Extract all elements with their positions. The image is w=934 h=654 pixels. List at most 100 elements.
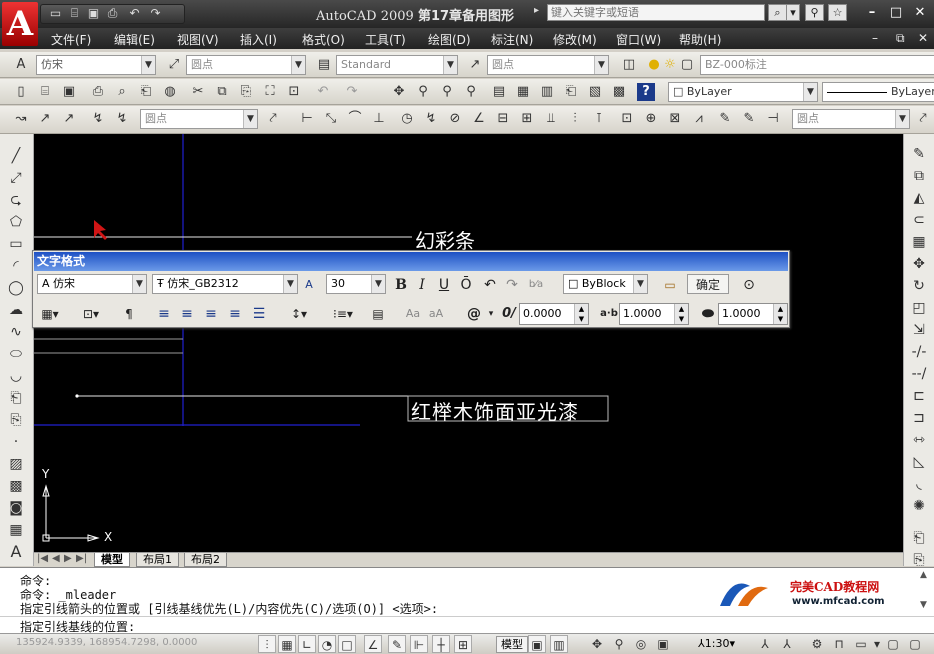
tf-height-combo[interactable]: 30 ▼ [326, 274, 386, 294]
quick-dim-icon[interactable]: ⊟ [494, 110, 512, 128]
ellipse-arc-icon[interactable]: ◡ [6, 366, 26, 386]
linear-dim-icon[interactable]: ⊢ [298, 110, 316, 128]
table-icon[interactable]: ▦ [6, 520, 26, 540]
tool-palettes-icon[interactable]: ▥ [538, 83, 556, 101]
markup-icon[interactable]: ▧ [586, 83, 604, 101]
chamfer-icon[interactable]: ◺ [909, 452, 929, 472]
undo-icon[interactable]: ↶ [126, 6, 143, 21]
ok-button[interactable]: 确定 [687, 274, 729, 294]
command-prompt-line[interactable]: 指定引线基线的位置: [0, 616, 934, 634]
break-point-icon[interactable]: ⊏ [909, 386, 929, 406]
mleader-collect-icon[interactable]: ↯ [113, 110, 131, 128]
spinner-icon[interactable]: ▲ ▼ [574, 304, 588, 324]
underline-button[interactable]: U [435, 275, 453, 295]
polar-icon[interactable]: ◔ [318, 635, 336, 653]
symbol-dropdown-icon[interactable]: ▾ [486, 304, 496, 324]
sheet-set-icon[interactable]: ⎗ [562, 83, 580, 101]
diameter-dim-icon[interactable]: ⊘ [446, 110, 464, 128]
save-icon[interactable]: ▣ [60, 83, 78, 101]
chevron-down-icon[interactable]: ▼ [443, 56, 457, 74]
chevron-down-icon[interactable]: ▼ [371, 275, 385, 293]
minimize-window-button[interactable]: – [862, 5, 882, 21]
italic-button[interactable]: I [413, 275, 431, 295]
arc-icon[interactable]: ◜ [6, 256, 26, 276]
text-style-combo[interactable]: 仿宋 ▼ [36, 55, 156, 75]
arc-length-icon[interactable]: ⌒ [346, 110, 364, 128]
offset-icon[interactable]: ⊂ [909, 210, 929, 230]
new-file-icon[interactable]: ▭ [47, 6, 64, 21]
command-window[interactable]: 命令: 命令: _mleader 指定引线箭头的位置或 [引线基线优先(L)/内… [0, 567, 934, 634]
erase-icon[interactable]: ✎ [909, 144, 929, 164]
text-format-title[interactable]: 文字格式 [34, 252, 788, 271]
new-icon[interactable]: ▯ [12, 83, 30, 101]
align-center-icon[interactable]: ≡ [178, 304, 196, 324]
dim-style-manager-icon[interactable]: ⤤ [914, 110, 932, 128]
plot-preview-icon[interactable]: ⌕ [113, 83, 131, 101]
insert-block-icon[interactable]: ⎗ [6, 388, 26, 408]
doc-restore-button[interactable]: ⧉ [896, 31, 905, 46]
spline-icon[interactable]: ∿ [6, 322, 26, 342]
tab-nav-next-icon[interactable]: ▶ [64, 553, 72, 564]
tab-nav-last-icon[interactable]: ▶| [76, 553, 87, 564]
properties-icon[interactable]: ▤ [490, 83, 508, 101]
tf-color-combo[interactable]: □ ByBlock ▼ [563, 274, 648, 294]
open-file-icon[interactable]: ⌸ [66, 6, 83, 21]
menu-draw[interactable]: 绘图(D) [428, 31, 471, 48]
leader-icon[interactable]: ↗ [36, 110, 54, 128]
doc-close-button[interactable]: ✕ [918, 31, 928, 45]
drawing-canvas[interactable]: 幻彩条 红榉木饰面亚光漆 Y X [34, 134, 903, 552]
osnap-icon[interactable]: □ [338, 635, 356, 653]
line-icon[interactable]: ╱ [6, 146, 26, 166]
options-icon[interactable]: ⊙ [739, 275, 759, 295]
insert-field-icon[interactable]: ▤ [368, 304, 388, 324]
layer-previous-icon[interactable]: ⎗ [909, 528, 929, 548]
jogged-dim-icon[interactable]: ↯ [422, 110, 440, 128]
width-factor-input[interactable]: 1.0000 ▲ ▼ [718, 303, 788, 325]
justify-icon[interactable]: ≡ [226, 304, 244, 324]
save-icon[interactable]: ▣ [85, 6, 102, 21]
pan-icon[interactable]: ✥ [588, 635, 606, 653]
radius-dim-icon[interactable]: ◷ [398, 110, 416, 128]
snap-icon[interactable]: ⫶ [258, 635, 276, 653]
auto-scale-icon[interactable]: ⅄ [778, 635, 796, 653]
rotate-icon[interactable]: ↻ [909, 276, 929, 296]
quick-view-drawings-icon[interactable]: ▥ [550, 635, 568, 653]
calculator-icon[interactable]: ▩ [610, 83, 628, 101]
coordinates-readout[interactable]: 135924.9339, 168954.7298, 0.0000 [16, 637, 197, 648]
paragraph-icon[interactable]: ¶ [119, 304, 139, 324]
fillet-icon[interactable]: ◟ [909, 474, 929, 494]
chevron-down-icon[interactable]: ▼ [803, 83, 817, 101]
extend-icon[interactable]: --/ [909, 364, 929, 384]
menu-modify[interactable]: 修改(M) [553, 31, 597, 48]
lock-icon[interactable]: ▢ [678, 56, 696, 74]
chevron-down-icon[interactable]: ▼ [291, 56, 305, 74]
menu-file[interactable]: 文件(F) [51, 31, 91, 48]
revision-cloud-icon[interactable]: ☁ [6, 300, 26, 320]
qleader-icon[interactable]: ↗ [60, 110, 78, 128]
mleader-style-combo[interactable]: 圆点 ▼ [140, 109, 258, 129]
ordinate-dim-icon[interactable]: ⊥ [370, 110, 388, 128]
multileader-style-icon[interactable]: ↗ [466, 56, 484, 74]
layer-combo[interactable]: BZ-000标注 [700, 55, 934, 75]
dim-text-edit-icon[interactable]: ✎ [740, 110, 758, 128]
dim-break-icon[interactable]: ⊺ [590, 110, 608, 128]
annotative-icon[interactable]: A [301, 275, 317, 295]
spinner-icon[interactable]: ▲ ▼ [674, 304, 688, 324]
search-icon[interactable]: ⌕ [768, 4, 787, 21]
lock-ui-icon[interactable]: ⊓ [830, 635, 848, 653]
make-block-icon[interactable]: ⎘ [6, 410, 26, 430]
ortho-icon[interactable]: ∟ [298, 635, 316, 653]
aligned-dim-icon[interactable]: ⤡ [322, 110, 340, 128]
dim-space-icon[interactable]: ⫶ [566, 110, 584, 128]
annotation-visibility-icon[interactable]: ⅄ [756, 635, 774, 653]
mtext-justification-icon[interactable]: ⊡▾ [77, 304, 105, 324]
design-center-icon[interactable]: ▦ [514, 83, 532, 101]
open-icon[interactable]: ⌸ [36, 83, 54, 101]
menu-view[interactable]: 视图(V) [177, 31, 219, 48]
workspace-gear-icon[interactable]: ⚙ [808, 635, 826, 653]
oblique-angle-input[interactable]: 0.0000 ▲ ▼ [519, 303, 589, 325]
close-window-button[interactable]: ✕ [910, 5, 930, 21]
menu-format[interactable]: 格式(O) [302, 31, 345, 48]
grid-icon[interactable]: ▦ [278, 635, 296, 653]
match-properties-icon[interactable]: ⛶ [261, 83, 279, 101]
